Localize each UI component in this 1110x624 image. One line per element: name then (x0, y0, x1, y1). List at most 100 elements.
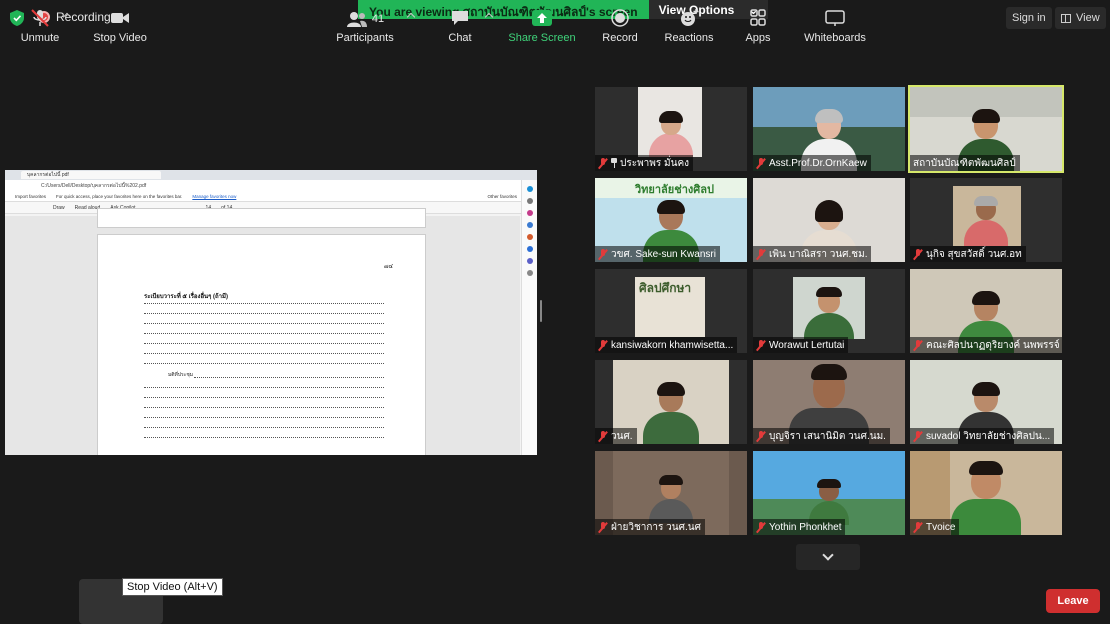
record-button[interactable]: Record (598, 4, 642, 48)
mic-muted-icon (756, 339, 766, 351)
video-tile[interactable]: ฝ่ายวิชาการ วนศ.นศ (595, 451, 747, 535)
participants-button[interactable]: 41 Participants (333, 4, 397, 48)
shared-screen[interactable]: บุคลากรต่อไปนี้ pdf C:/Users/Dell/Deskto… (5, 170, 537, 455)
tools-icon[interactable] (526, 222, 533, 228)
participant-name: ฝ่ายวิชาการ วนศ.นศ (611, 521, 701, 533)
college-banner-text: วิทยาลัยช่างศิลป (635, 184, 714, 196)
panel-resize-handle[interactable] (540, 300, 542, 322)
dotted-line (144, 303, 384, 304)
participant-name: Tvoice (926, 521, 956, 533)
participant-name: suvadol วิทยาลัยช่างศิลปน... (926, 430, 1051, 442)
apps-button[interactable]: Apps (738, 4, 778, 48)
video-tile[interactable]: วิทยาลัยช่างศิลป วขศ. Sake-sun Kwansri (595, 178, 747, 262)
mic-muted-icon (598, 157, 608, 169)
participant-name: Yothin Phonkhet (769, 521, 842, 533)
dotted-line (144, 397, 384, 398)
participant-name: บุญจิรา เสนานิมิต วนศ.นม. (769, 430, 886, 442)
dotted-line (144, 407, 384, 408)
share-screen-label: Share Screen (508, 32, 576, 44)
view-button[interactable]: View (1055, 7, 1106, 29)
participant-name: Asst.Prof.Dr.OrnKaew (769, 157, 867, 169)
stop-video-button[interactable]: Stop Video (88, 4, 152, 48)
video-tile[interactable]: บุญจิรา เสนานิมิต วนศ.นม. (753, 360, 905, 444)
teams-icon[interactable] (526, 258, 533, 264)
participant-name-tag: เพิน บาณิสรา วนศ.ชม. (753, 246, 872, 262)
pdf-viewer[interactable]: ๗๔ ระเบียบวาระที่ ๕ เรื่องอื่นๆ (ถ้ามี) … (5, 208, 520, 455)
video-tile[interactable]: ศิลปศึกษา kansiwakorn khamwisetta... (595, 269, 747, 353)
copilot-icon[interactable] (526, 186, 533, 192)
chevron-down-icon (822, 549, 834, 561)
reactions-button[interactable]: Reactions (662, 4, 716, 48)
mic-muted-icon (598, 430, 608, 442)
leave-button[interactable]: Leave (1046, 589, 1100, 613)
participant-name-tag: สถาบันบัณฑิตพัฒนศิลป์ (910, 155, 1020, 171)
video-tile-active-speaker[interactable]: สถาบันบัณฑิตพัฒนศิลป์ (908, 85, 1064, 173)
participants-icon (346, 12, 367, 27)
video-tile[interactable]: Tvoice (910, 451, 1062, 535)
office-icon[interactable] (526, 234, 533, 240)
address-bar[interactable]: C:/Users/Dell/Desktop/บุคลากรต่อไปนี้%20… (5, 180, 537, 192)
manage-favorites-link[interactable]: Manage favorites now (192, 194, 236, 199)
mic-muted-icon (756, 248, 766, 260)
chat-button[interactable]: Chat (440, 4, 480, 48)
sign-in-button[interactable]: Sign in (1006, 7, 1052, 29)
mic-muted-icon (598, 339, 608, 351)
dotted-line (144, 363, 384, 364)
chat-icon (452, 11, 468, 25)
dotted-line (144, 387, 384, 388)
browser-sidebar (521, 180, 537, 455)
dotted-line (144, 343, 384, 344)
participant-name: คณะศิลปนาฏดุริยางค์ นพพรรจ์ (926, 339, 1060, 351)
dotted-line (144, 437, 384, 438)
participant-name: วขศ. Sake-sun Kwansri (611, 248, 716, 260)
video-tile[interactable]: Asst.Prof.Dr.OrnKaew (753, 87, 905, 171)
shopping-icon[interactable] (526, 210, 533, 216)
mic-muted-icon (913, 339, 923, 351)
favorites-bar: Import favorites For quick access, place… (5, 192, 537, 202)
page-heading: ระเบียบวาระที่ ๕ เรื่องอื่นๆ (ถ้ามี) (144, 294, 228, 300)
whiteboard-icon (825, 10, 845, 26)
search-icon[interactable] (526, 198, 533, 204)
video-tile[interactable]: suvadol วิทยาลัยช่างศิลปน... (910, 360, 1062, 444)
browser-tab[interactable]: บุคลากรต่อไปนี้ pdf (21, 171, 161, 179)
outlook-icon[interactable] (526, 246, 533, 252)
video-tile[interactable]: ประพาพร มั่นคง (595, 87, 747, 171)
video-tile[interactable]: Worawut Lertutai (753, 269, 905, 353)
reactions-icon (681, 9, 699, 26)
add-icon[interactable] (526, 270, 533, 276)
draw-button[interactable]: Draw (53, 205, 65, 211)
mic-muted-icon (756, 157, 766, 169)
dotted-line (144, 323, 384, 324)
mic-muted-icon (756, 521, 766, 533)
stop-video-label: Stop Video (93, 32, 147, 44)
dotted-line (194, 377, 384, 378)
participant-name: นุกิจ สุขสวัสดิ์ วนศ.อท (926, 248, 1022, 260)
stop-video-tooltip: Stop Video (Alt+V) (122, 578, 223, 596)
mic-muted-icon (913, 521, 923, 533)
video-tile[interactable]: เพิน บาณิสรา วนศ.ชม. (753, 178, 905, 262)
view-label: View (1076, 12, 1100, 24)
pin-icon (611, 158, 617, 168)
participant-name-tag: นุกิจ สุขสวัสดิ์ วนศ.อท (910, 246, 1026, 262)
participant-name-tag: Worawut Lertutai (753, 337, 849, 353)
video-tile[interactable]: คณะศิลปนาฏดุริยางค์ นพพรรจ์ (910, 269, 1062, 353)
video-tile[interactable]: Yothin Phonkhet (753, 451, 905, 535)
gallery-scroll-down-button[interactable] (796, 544, 860, 570)
import-favorites[interactable]: Import favorites (15, 194, 46, 199)
participant-name-tag: Asst.Prof.Dr.OrnKaew (753, 155, 871, 171)
video-tile[interactable]: วนศ. (595, 360, 747, 444)
unmute-label: Unmute (20, 32, 60, 44)
video-tile[interactable]: นุกิจ สุขสวัสดิ์ วนศ.อท (910, 178, 1062, 262)
pdf-previous-page (97, 208, 426, 228)
dotted-line (144, 313, 384, 314)
participant-name: ประพาพร มั่นคง (620, 157, 690, 169)
share-screen-button[interactable]: Share Screen (508, 4, 576, 48)
record-label: Record (602, 32, 638, 44)
participant-name-tag: คณะศิลปนาฏดุริยางค์ นพพรรจ์ (910, 337, 1062, 353)
participant-name: kansiwakorn khamwisetta... (611, 339, 734, 351)
participants-label: Participants (336, 32, 394, 44)
other-favorites[interactable]: Other favorites (487, 194, 517, 199)
dotted-line (144, 427, 384, 428)
whiteboards-button[interactable]: Whiteboards (800, 4, 870, 48)
unmute-button[interactable]: Unmute (18, 4, 62, 48)
